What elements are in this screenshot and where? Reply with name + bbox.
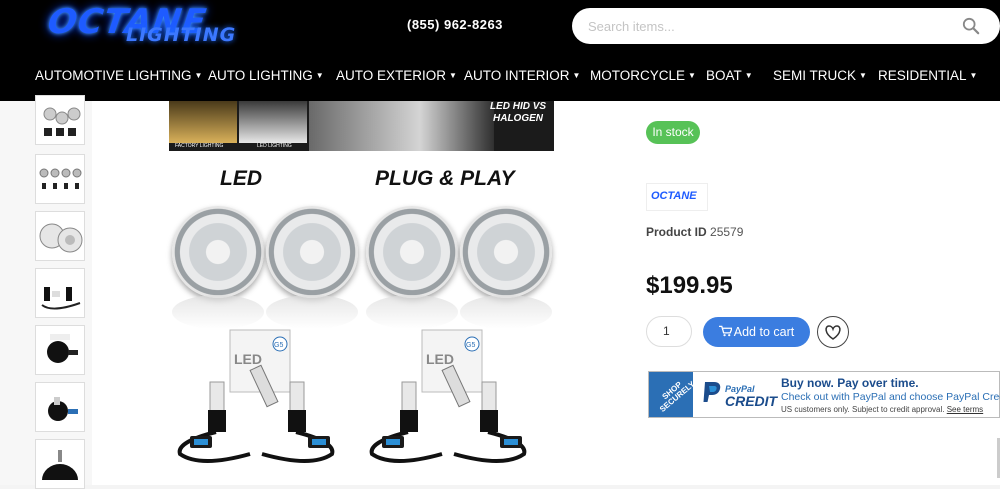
nav-label: MOTORCYCLE — [590, 68, 686, 83]
credit-text: CREDIT — [725, 393, 778, 409]
nav-auto-interior[interactable]: AUTO INTERIOR ▼ — [464, 68, 580, 83]
chevron-down-icon: ▼ — [194, 71, 203, 80]
headlight-reflection — [172, 295, 264, 329]
kit-badge: G5 — [466, 342, 475, 349]
thumbnail-strip — [0, 95, 92, 489]
led-bulb-kit-image: LED G5 — [362, 326, 552, 466]
stock-badge: In stock — [646, 121, 700, 144]
nav-label: AUTO LIGHTING — [208, 68, 313, 83]
heart-icon — [825, 325, 841, 340]
kit-box-text: LED — [426, 351, 454, 367]
nav-label: BOAT — [706, 68, 742, 83]
banner-caption-led: LED LIGHTING — [257, 143, 292, 149]
headlight-image — [266, 206, 358, 298]
paypal-credit-logo: PayPal CREDIT — [701, 380, 777, 409]
banner-label: LED HID VS HALOGEN — [489, 101, 547, 124]
wishlist-button[interactable] — [817, 316, 849, 348]
cart-icon — [718, 325, 733, 337]
phone-number[interactable]: (855) 962-8263 — [407, 17, 503, 32]
chevron-down-icon: ▼ — [969, 71, 978, 80]
chevron-down-icon: ▼ — [572, 71, 581, 80]
chevron-down-icon: ▼ — [449, 71, 457, 80]
banner-caption-factory: FACTORY LIGHTING — [175, 143, 223, 149]
product-info-panel: In stock OCTANE Product ID 25579 $199.95… — [630, 101, 1000, 485]
nav-automotive-lighting[interactable]: AUTOMOTIVE LIGHTING ▼ — [35, 68, 202, 83]
nav-residential[interactable]: RESIDENTIAL ▼ — [878, 68, 977, 83]
thumbnail-image[interactable] — [35, 211, 85, 261]
headlight-reflection — [366, 295, 458, 329]
add-to-cart-button[interactable]: Add to cart — [703, 317, 810, 347]
add-to-cart-label: Add to cart — [733, 325, 795, 339]
nav-label: RESIDENTIAL — [878, 68, 967, 83]
ribbon-text: SHOP SECURELY — [657, 379, 693, 414]
nav-label: SEMI TRUCK — [773, 68, 857, 83]
chevron-down-icon: ▼ — [744, 71, 753, 80]
thumbnail-image[interactable] — [35, 439, 85, 489]
nav-label: AUTO EXTERIOR — [336, 68, 447, 83]
nav-auto-exterior[interactable]: AUTO EXTERIOR ▼ — [336, 68, 457, 83]
see-terms-link[interactable]: See terms — [947, 405, 983, 414]
product-id-label: Product ID — [646, 225, 707, 239]
image-title-led: LED — [220, 167, 262, 190]
product-price: $199.95 — [646, 272, 733, 299]
search-bar — [572, 8, 1000, 44]
search-icon[interactable] — [962, 17, 980, 35]
headlight-image — [366, 206, 458, 298]
image-title-plug-play: PLUG & PLAY — [375, 167, 515, 190]
logo-sub-text: LIGHTING — [126, 24, 237, 46]
paypal-icon — [703, 382, 721, 402]
paypal-subline: Check out with PayPal and choose PayPal … — [781, 391, 1000, 403]
paypal-headline: Buy now. Pay over time. — [781, 376, 919, 390]
headlight-reflection — [266, 295, 358, 329]
product-id: Product ID 25579 — [646, 225, 743, 239]
nav-boat[interactable]: BOAT ▼ — [706, 68, 753, 83]
paypal-credit-banner[interactable]: SHOP SECURELY PayPal CREDIT Buy now. Pay… — [648, 371, 1000, 418]
thumbnail-image[interactable] — [35, 268, 85, 318]
thumbnail-image[interactable] — [35, 382, 85, 432]
product-image-area: FACTORY LIGHTING LED LIGHTING LED HID VS… — [92, 101, 630, 485]
fine-print-text: US customers only. Subject to credit app… — [781, 405, 945, 414]
chevron-down-icon: ▼ — [859, 71, 867, 80]
thumbnail-image[interactable] — [35, 325, 85, 375]
chevron-down-icon: ▼ — [688, 71, 696, 80]
brand-logo-text: OCTANE — [651, 190, 697, 202]
brand-logo[interactable]: OCTANE — [646, 183, 708, 211]
nav-label: AUTO INTERIOR — [464, 68, 570, 83]
thumbnail-image[interactable] — [35, 154, 85, 204]
led-bulb-kit-image: LED G5 — [170, 326, 360, 466]
nav-motorcycle[interactable]: MOTORCYCLE ▼ — [590, 68, 696, 83]
shop-securely-ribbon: SHOP SECURELY — [649, 372, 693, 417]
site-header: OCTANE LIGHTING (855) 962-8263 AUTOMOTIV… — [0, 0, 1000, 101]
nav-semi-truck[interactable]: SEMI TRUCK ▼ — [773, 68, 867, 83]
main-nav: AUTOMOTIVE LIGHTING ▼ AUTO LIGHTING ▼ AUTO… — [0, 66, 1000, 90]
kit-badge: G5 — [274, 342, 283, 349]
paypal-fine-print: US customers only. Subject to credit app… — [781, 405, 983, 414]
quantity-input[interactable]: 1 — [646, 316, 692, 347]
comparison-banner-image[interactable]: FACTORY LIGHTING LED LIGHTING LED HID VS… — [169, 101, 554, 151]
headlight-image — [172, 206, 264, 298]
nav-auto-lighting[interactable]: AUTO LIGHTING ▼ — [208, 68, 324, 83]
nav-label: AUTOMOTIVE LIGHTING — [35, 68, 192, 83]
headlight-reflection — [460, 295, 552, 329]
headlight-image — [460, 206, 552, 298]
site-logo[interactable]: OCTANE LIGHTING — [45, 2, 288, 48]
thumbnail-image[interactable] — [35, 95, 85, 145]
search-input[interactable] — [588, 16, 948, 36]
kit-box-text: LED — [234, 351, 262, 367]
chevron-down-icon: ▼ — [315, 71, 324, 80]
product-id-value: 25579 — [710, 225, 744, 239]
